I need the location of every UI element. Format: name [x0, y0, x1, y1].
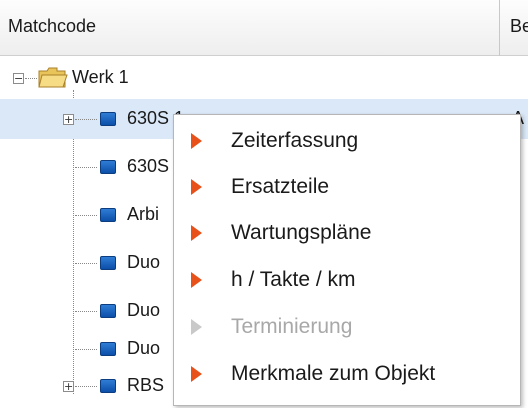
- menu-item-label: h / Takte / km: [231, 268, 356, 291]
- arrow-right-icon: [191, 272, 202, 288]
- arrow-right-icon: [191, 366, 202, 382]
- menu-item-zeiterfassung[interactable]: Zeiterfassung: [174, 121, 520, 161]
- menu-item-label: Wartungspläne: [231, 221, 372, 244]
- column-matchcode[interactable]: Matchcode: [8, 16, 96, 37]
- tree-node-label: Arbi: [127, 204, 160, 224]
- tree-connector: [75, 349, 97, 350]
- menu-item-label: Ersatzteile: [231, 175, 330, 198]
- column-divider[interactable]: [499, 0, 500, 56]
- column-b[interactable]: Be: [510, 16, 528, 37]
- tree-node-label: RBS: [127, 375, 165, 395]
- menu-item-wartungsplaene[interactable]: Wartungspläne: [174, 213, 520, 253]
- menu-item-ersatzteile[interactable]: Ersatzteile: [174, 167, 520, 207]
- tree-node-label: 630S: [127, 156, 170, 176]
- tree-node-label: Duo: [127, 252, 161, 272]
- tree-connector: [75, 215, 97, 216]
- tree-connector: [75, 263, 97, 264]
- machine-icon: [100, 208, 116, 222]
- arrow-right-icon: [191, 133, 202, 149]
- expand-icon[interactable]: +: [63, 114, 74, 125]
- menu-item-terminierung: Terminierung: [174, 307, 520, 347]
- machine-icon: [100, 160, 116, 174]
- arrow-right-icon: [191, 179, 202, 195]
- tree-connector: [25, 78, 37, 79]
- column-header: Matchcode Be: [0, 0, 528, 56]
- tree-root-werk-1[interactable]: − Werk 1: [0, 58, 528, 98]
- menu-item-label: Merkmale zum Objekt: [231, 362, 436, 385]
- expand-icon[interactable]: +: [63, 381, 74, 392]
- arrow-right-icon: [191, 225, 202, 241]
- menu-item-label: Terminierung: [231, 315, 353, 338]
- machine-icon: [100, 342, 116, 356]
- tree-connector: [75, 119, 97, 120]
- menu-item-h-takte-km[interactable]: h / Takte / km: [174, 260, 520, 300]
- tree-connector: [75, 386, 97, 387]
- tree-node-label: Duo: [127, 300, 161, 320]
- collapse-icon[interactable]: −: [13, 73, 24, 84]
- tree-connector: [75, 167, 97, 168]
- machine-icon: [100, 112, 116, 126]
- context-menu: Zeiterfassung Ersatzteile Wartungspläne …: [173, 114, 521, 406]
- menu-item-label: Zeiterfassung: [231, 129, 359, 152]
- tree-node-label: Werk 1: [72, 67, 129, 87]
- menu-item-merkmale-zum-objekt[interactable]: Merkmale zum Objekt: [174, 354, 520, 394]
- machine-icon: [100, 256, 116, 270]
- tree-node-label: Duo: [127, 338, 161, 358]
- arrow-right-icon: [191, 319, 202, 335]
- machine-icon: [100, 304, 116, 318]
- folder-open-icon: [38, 67, 68, 88]
- machine-icon: [100, 379, 116, 393]
- tree-connector: [75, 311, 97, 312]
